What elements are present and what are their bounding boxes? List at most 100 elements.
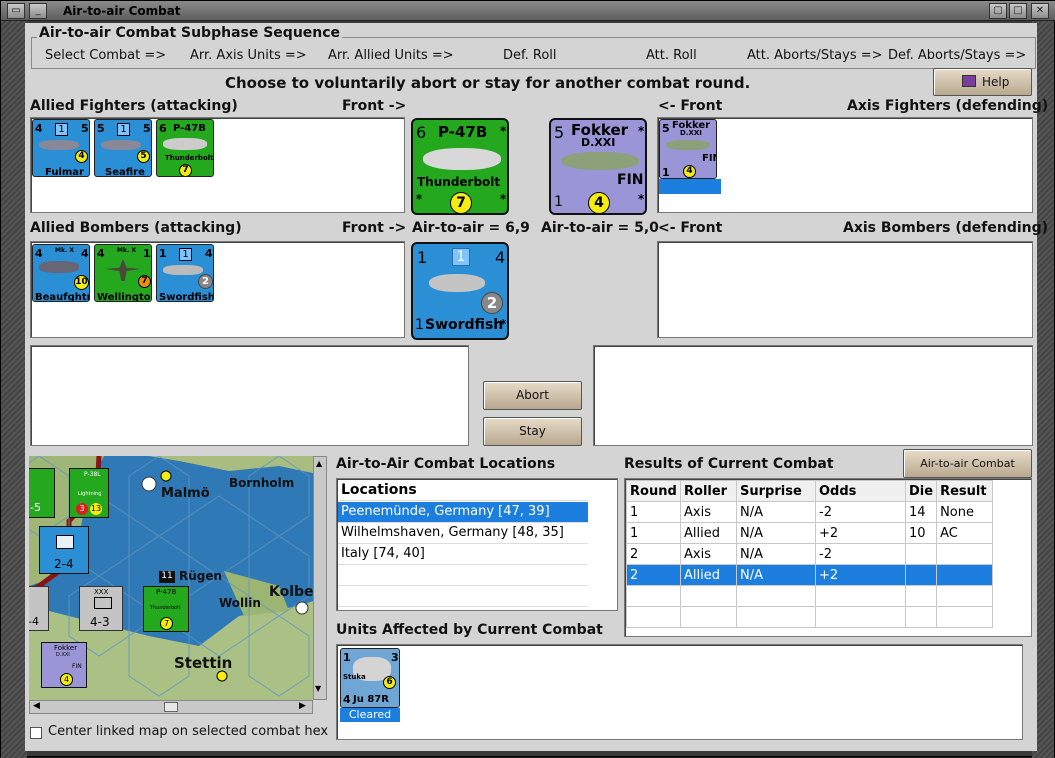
close-icon[interactable]: ✕ [1031, 3, 1049, 19]
aircraft-icon [163, 138, 207, 150]
front-left-label-2: <- Front [658, 220, 723, 236]
location-row-empty [338, 565, 588, 586]
units-affected-box[interactable] [336, 644, 1023, 740]
unit-status-cleared: Cleared [340, 708, 400, 722]
col-die: Die [904, 480, 938, 502]
active-allied-bomber-counter[interactable]: 1 1 4 2 1 Swordfish * [411, 242, 509, 340]
unit-counter-swordfish[interactable]: 1 1 4 2 Swordfish [156, 244, 214, 302]
scroll-thumb[interactable] [164, 702, 178, 712]
step-att-roll: Att. Roll [646, 48, 697, 63]
restore-icon[interactable]: ▢ [989, 3, 1007, 19]
map-label-bornholm: Bornholm [229, 476, 295, 490]
map-unit-corps[interactable]: -5 [29, 468, 55, 518]
location-row-empty [338, 586, 588, 607]
col-round: Round [626, 480, 681, 502]
scroll-left-arrow-icon[interactable]: ◀ [33, 701, 40, 711]
allied-fighters-label: Allied Fighters (attacking) [30, 98, 238, 114]
col-result: Result [936, 480, 994, 502]
allied-message-box [30, 345, 469, 446]
system-menu-icon[interactable]: ▭ [7, 3, 25, 19]
maximize-icon[interactable]: □ [1009, 3, 1027, 19]
linked-map[interactable]: Malmö Bornholm Rügen Wollin Kolbe Stetti… [29, 456, 327, 700]
book-icon [962, 75, 976, 87]
unit-badge: 1 [55, 123, 68, 136]
table-row-selected[interactable]: 2 Allied N/A +2 [626, 564, 994, 586]
infantry-symbol-icon [56, 535, 74, 549]
step-arr-allied: Arr. Allied Units => [328, 48, 454, 63]
window-frame-left [1, 21, 27, 758]
front-left-label-1: <- Front [658, 98, 723, 114]
aircraft-icon [423, 148, 501, 170]
aircraft-icon [39, 261, 79, 273]
unit-counter-fulmar[interactable]: 4 1 5 4 Fulmar [32, 119, 90, 177]
abort-button[interactable]: Abort [483, 381, 582, 410]
map-unit-german-a[interactable]: -4 [29, 586, 49, 631]
unit-counter-wellington[interactable]: 4 Mk. X 1 7 Wellingtob [94, 244, 152, 302]
title-bar: ▭ _ Air-to-air Combat ▢ □ ✕ [1, 1, 1055, 21]
results-label: Results of Current Combat [624, 456, 834, 472]
unit-counter-stuka[interactable]: 1 3 Stuka 6 4 Ju 87R [340, 648, 400, 708]
allied-bombers-label: Allied Bombers (attacking) [30, 220, 242, 236]
scroll-down-arrow-icon[interactable]: ▼ [315, 684, 321, 693]
stay-button[interactable]: Stay [483, 417, 582, 446]
unit-counter-thunderbolt[interactable]: 6 P-47B Thunderbolt 7 [156, 119, 214, 177]
unit-badge: 1 [117, 123, 130, 136]
window-title: Air-to-air Combat [63, 4, 181, 18]
location-row[interactable]: Italy [74, 40] [338, 544, 588, 565]
map-unit-infantry[interactable]: 2-4 [39, 526, 89, 574]
axis-message-box [593, 345, 1033, 446]
units-affected-label: Units Affected by Current Combat [336, 622, 603, 638]
minimize-icon[interactable]: _ [29, 3, 47, 19]
map-unit-german-b[interactable]: XXX 4-3 [79, 586, 123, 631]
combat-locations-list[interactable]: Locations Peenemünde, Germany [47, 39] W… [336, 478, 618, 611]
unit-counter-seafire[interactable]: 5 1 5 5 Seafire [94, 119, 152, 177]
map-vertical-scrollbar[interactable]: ▲ ▼ [313, 456, 327, 700]
col-roller: Roller [680, 480, 737, 502]
axis-bombers-box[interactable] [657, 241, 1033, 338]
sequence-title: Air-to-air Combat Subphase Sequence [37, 25, 343, 41]
map-label-rugen: Rügen [179, 569, 223, 583]
map-label-malmo: Malmö [161, 486, 210, 501]
map-unit-fokker[interactable]: Fokker D.XXI FIN 4 [41, 642, 87, 688]
aircraft-icon [163, 265, 203, 275]
help-button[interactable]: Help [933, 68, 1032, 96]
location-row-selected[interactable]: Peenemünde, Germany [47, 39] [338, 502, 588, 523]
scroll-up-arrow-icon[interactable]: ▲ [316, 459, 322, 468]
center-map-checkbox[interactable] [30, 727, 42, 739]
center-map-label: Center linked map on selected combat hex [48, 724, 329, 739]
armor-symbol-icon [94, 597, 112, 609]
step-select-combat: Select Combat => [45, 48, 167, 63]
axis-fighters-label: Axis Fighters (defending) [847, 98, 1049, 114]
axis-a2a-value: Air-to-air = 5,0 [541, 220, 659, 236]
air-combat-window: ▭ _ Air-to-air Combat ▢ □ ✕ Air-to-air C… [0, 0, 1055, 758]
table-row-empty [626, 606, 994, 628]
axis-bombers-label: Axis Bombers (defending) [843, 220, 1049, 236]
unit-counter-beaufighter[interactable]: 4 Mk. X 4 10 Beaufghtr [32, 244, 90, 302]
results-table: Round Roller Surprise Odds Die Result 1A… [626, 480, 994, 628]
aircraft-icon [666, 140, 710, 150]
allied-a2a-value: Air-to-air = 6,9 [412, 220, 530, 236]
active-axis-fighter-counter[interactable]: 5 Fokker D.XXI * FIN 1 4 * [549, 118, 647, 215]
selected-unit-indicator [659, 179, 721, 194]
unit-counter-fokker[interactable]: 5 Fokker D.XXI FIN 1 4 [659, 119, 717, 179]
active-allied-fighter-counter[interactable]: 6 P-47B * Thunderbolt * 7 * [411, 118, 509, 215]
map-unit-thunderbolt[interactable]: P-47B Thunderbolt 7 [143, 586, 189, 632]
map-stack-count: 11 [159, 571, 175, 583]
table-row[interactable]: 1 Axis N/A -2 14 None [626, 501, 994, 523]
map-label-wollin: Wollin [219, 596, 261, 610]
results-table-box: Round Roller Surprise Odds Die Result 1A… [624, 478, 1032, 637]
aircraft-icon [429, 274, 485, 292]
map-label-kolberg: Kolbe [269, 584, 314, 600]
location-row[interactable]: Wilhelmshaven, Germany [48, 35] [338, 523, 588, 544]
table-row-empty [626, 585, 994, 607]
col-surprise: Surprise [736, 480, 816, 502]
step-def-aborts: Def. Aborts/Stays => [888, 48, 1027, 63]
instruction-text: Choose to voluntarily abort or stay for … [225, 74, 751, 92]
combat-chart-button[interactable]: Air-to-air Combat Chart [903, 449, 1032, 497]
table-row[interactable]: 1 Allied N/A +2 10 AC [626, 522, 994, 544]
table-row[interactable]: 2 Axis N/A -2 [626, 543, 994, 565]
front-right-label-1: Front -> [342, 98, 407, 114]
map-unit-lightning[interactable]: P-38L Lightning 3 13 [69, 468, 109, 518]
scroll-right-arrow-icon[interactable]: ▶ [299, 701, 306, 711]
map-horizontal-scrollbar[interactable]: ◀ ▶ [29, 700, 313, 714]
